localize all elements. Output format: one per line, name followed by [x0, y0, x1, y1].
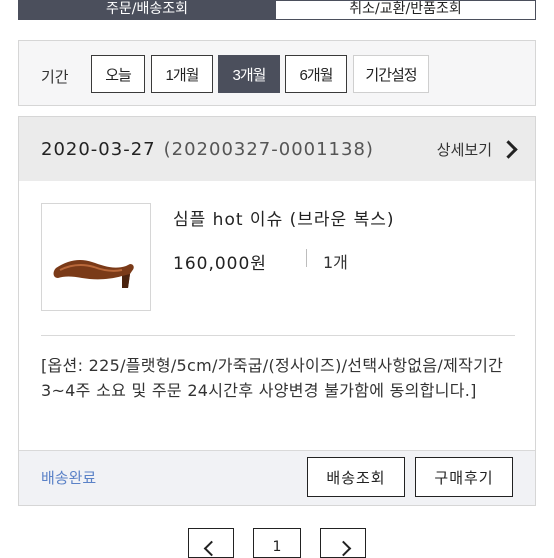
- tab-order-delivery-label: 주문/배송조회: [106, 1, 188, 17]
- order-date-line: 2020-03-27 (20200327-0001138): [41, 139, 374, 160]
- shoe-image: [53, 260, 134, 288]
- order-header: 2020-03-27 (20200327-0001138) 상세보기: [19, 117, 535, 181]
- tab-order-delivery[interactable]: 주문/배송조회: [18, 0, 276, 20]
- delivery-status: 배송완료: [41, 469, 97, 487]
- order-footer: 배송완료 배송조회 구매후기: [19, 450, 535, 505]
- order-date: 2020-03-27: [41, 139, 156, 160]
- period-today-button[interactable]: 오늘: [91, 55, 145, 93]
- tab-cancel-return[interactable]: 취소/교환/반품조회: [276, 0, 536, 20]
- period-3month-button[interactable]: 3개월: [218, 55, 280, 93]
- product-price: 160,000원: [173, 254, 267, 274]
- product-thumbnail[interactable]: [41, 203, 151, 311]
- order-tabs: 주문/배송조회 취소/교환/반품조회: [0, 0, 554, 22]
- order-card: 2020-03-27 (20200327-0001138) 상세보기 심플 hot…: [18, 116, 536, 506]
- order-detail-link[interactable]: 상세보기: [436, 139, 518, 160]
- product-name[interactable]: 심플 hot 이슈 (브라운 복스): [173, 205, 394, 230]
- period-6month-button[interactable]: 6개월: [285, 55, 347, 93]
- product-quantity: 1개: [323, 253, 348, 272]
- tab-cancel-return-label: 취소/교환/반품조회: [349, 1, 462, 17]
- chevron-right-icon: [499, 140, 518, 159]
- track-delivery-button[interactable]: 배송조회: [307, 457, 405, 497]
- section-divider: [41, 335, 515, 336]
- current-page: 1: [272, 539, 282, 555]
- order-number: (20200327-0001138): [163, 139, 374, 160]
- write-review-button[interactable]: 구매후기: [415, 457, 513, 497]
- period-filter: 기간 오늘 1개월 3개월 6개월 기간설정: [18, 40, 536, 106]
- period-label: 기간: [41, 68, 69, 86]
- period-1month-button[interactable]: 1개월: [151, 55, 213, 93]
- period-custom-button[interactable]: 기간설정: [353, 55, 429, 93]
- price-divider: [306, 249, 307, 267]
- product-options: [옵션: 225/플랫형/5cm/가죽굽/(정사이즈)/선택사항없음/제작기간 …: [41, 356, 504, 400]
- order-detail-label: 상세보기: [436, 141, 492, 159]
